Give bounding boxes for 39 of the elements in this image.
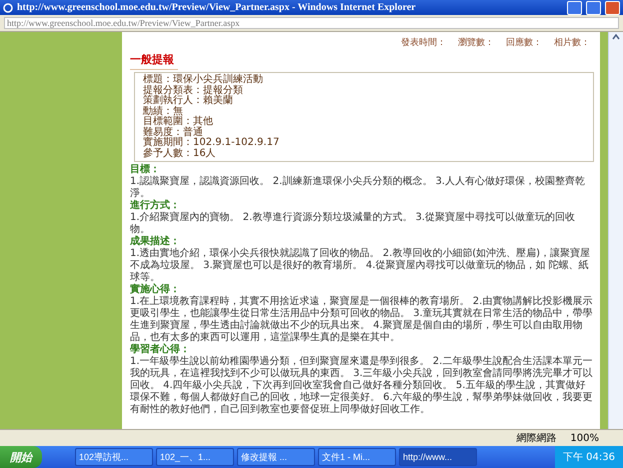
scrollbar[interactable] — [608, 32, 623, 429]
minimize-button[interactable] — [567, 0, 582, 14]
section-title: 學習者心得： — [130, 344, 191, 356]
info-row-text: 難易度：普通 — [143, 128, 204, 138]
meta-label: 相片數： — [554, 36, 590, 49]
meta-label: 回應數： — [506, 36, 542, 49]
taskbar-button[interactable]: 102導訪視... — [75, 448, 153, 466]
section-title: 目標： — [130, 164, 161, 176]
maximize-button[interactable] — [586, 0, 601, 14]
section-title: 進行方式： — [130, 200, 181, 212]
taskbar-button[interactable]: 102_一、1... — [156, 448, 234, 466]
scroll-up-icon[interactable] — [612, 34, 620, 40]
info-row-text: 參予人數：16人 — [143, 148, 217, 159]
section-text: 1.透由實地介紹，環保小尖兵很快就認識了回收的物品。 2.教導回收的小細節(如沖洗、壓扁)，讓聚寶屋不成為垃圾屋。 3.聚寶屋也可以是很好的教育場所。 4.從聚寶屋內尋找可以做童玩的物品，如 陀螺、紙球等。 — [130, 248, 592, 283]
info-row-text: 目標範圍：其他 — [143, 117, 214, 127]
section-title: 實施心得： — [130, 284, 181, 296]
taskbar-button[interactable]: http://www... — [399, 448, 477, 466]
report-heading: 一般提報 — [130, 50, 178, 70]
info-row-text: 提報分類表：提報分類 — [143, 86, 244, 96]
taskbar-button[interactable]: 文件1 - Mi... — [318, 448, 396, 466]
taskbar-button[interactable]: 修改提報 ... — [237, 448, 315, 466]
window-title: http://www.greenschool.moe.edu.tw/Preview/View_Partner.aspx - Windows Internet Explorer — [17, 2, 417, 13]
section-title: 成果描述： — [130, 236, 181, 248]
section-text: 1.在上環境教育課程時，其實不用捨近求遠，聚寶屋是一個很棒的教育場所。 2.由實物講解比投影機展示更吸引學生，也能讓學生從日常生活用品中分類可回收的物品。 3.童玩其實就在日常生活的物品中，帶學生進到聚寶屋，學生透由討論就做出不少的玩具出來。 4.聚寶屋是個自由的場所，學生可以自由取用物品，也有太多的東西可以運用，這堂課學生真的是樂在其中。 — [130, 296, 594, 343]
start-button[interactable]: 開始 — [0, 446, 42, 468]
close-button[interactable] — [605, 0, 620, 14]
info-row-text: 實施期間：102.9.1-102.9.17 — [143, 138, 280, 148]
clock: 下午 04:36 — [563, 451, 615, 464]
section-text: 1.認識聚寶屋，認識資源回收。 2.訓練新進環保小尖兵分類的概念。 3.人人有心做好環保，校園整齊乾淨。 — [130, 176, 586, 199]
section-text: 1.一年級學生說以前幼稚園學過分類，但到聚寶屋來還是學到很多。 2.二年級學生說配合生活課本單元一我的玩具，在這裡我找到不少可以做玩具的東西。 3.三年級小尖兵說，回到教室會請同學將洗完畢才可以回收。 4.四年級小尖兵說，下次再到回收室我會自己做好各種分類回收。 5.五年級的學生說，其實做好環保不難，每個人都做好自己的回收，地球一定很美好。 6.六年級的學生說，幫學弟學妹做回收，我要更有耐性的教好他們，自己回到教室也要督促班上同學做好回收工作。 — [130, 356, 594, 416]
info-row-text: 勳績：無 — [143, 106, 184, 116]
zone-label: 網際網路 — [516, 432, 556, 445]
address-field[interactable]: http://www.greenschool.moe.edu.tw/Preview/View_Partner.aspx — [4, 17, 619, 29]
meta-label: 發表時間： — [401, 36, 446, 49]
meta-label: 瀏覽數： — [458, 36, 494, 49]
info-row-text: 策劃執行人：賴美蘭 — [143, 96, 234, 106]
info-row-text: 標題：環保小尖兵訓練活動 — [143, 75, 264, 85]
zoom-control[interactable]: 100% — [570, 432, 599, 444]
section-text: 1.介紹聚寶屋內的寶物。 2.教導進行資源分類垃圾減量的方式。 3.從聚寶屋中尋找可以做童玩的回收物。 — [130, 212, 576, 236]
